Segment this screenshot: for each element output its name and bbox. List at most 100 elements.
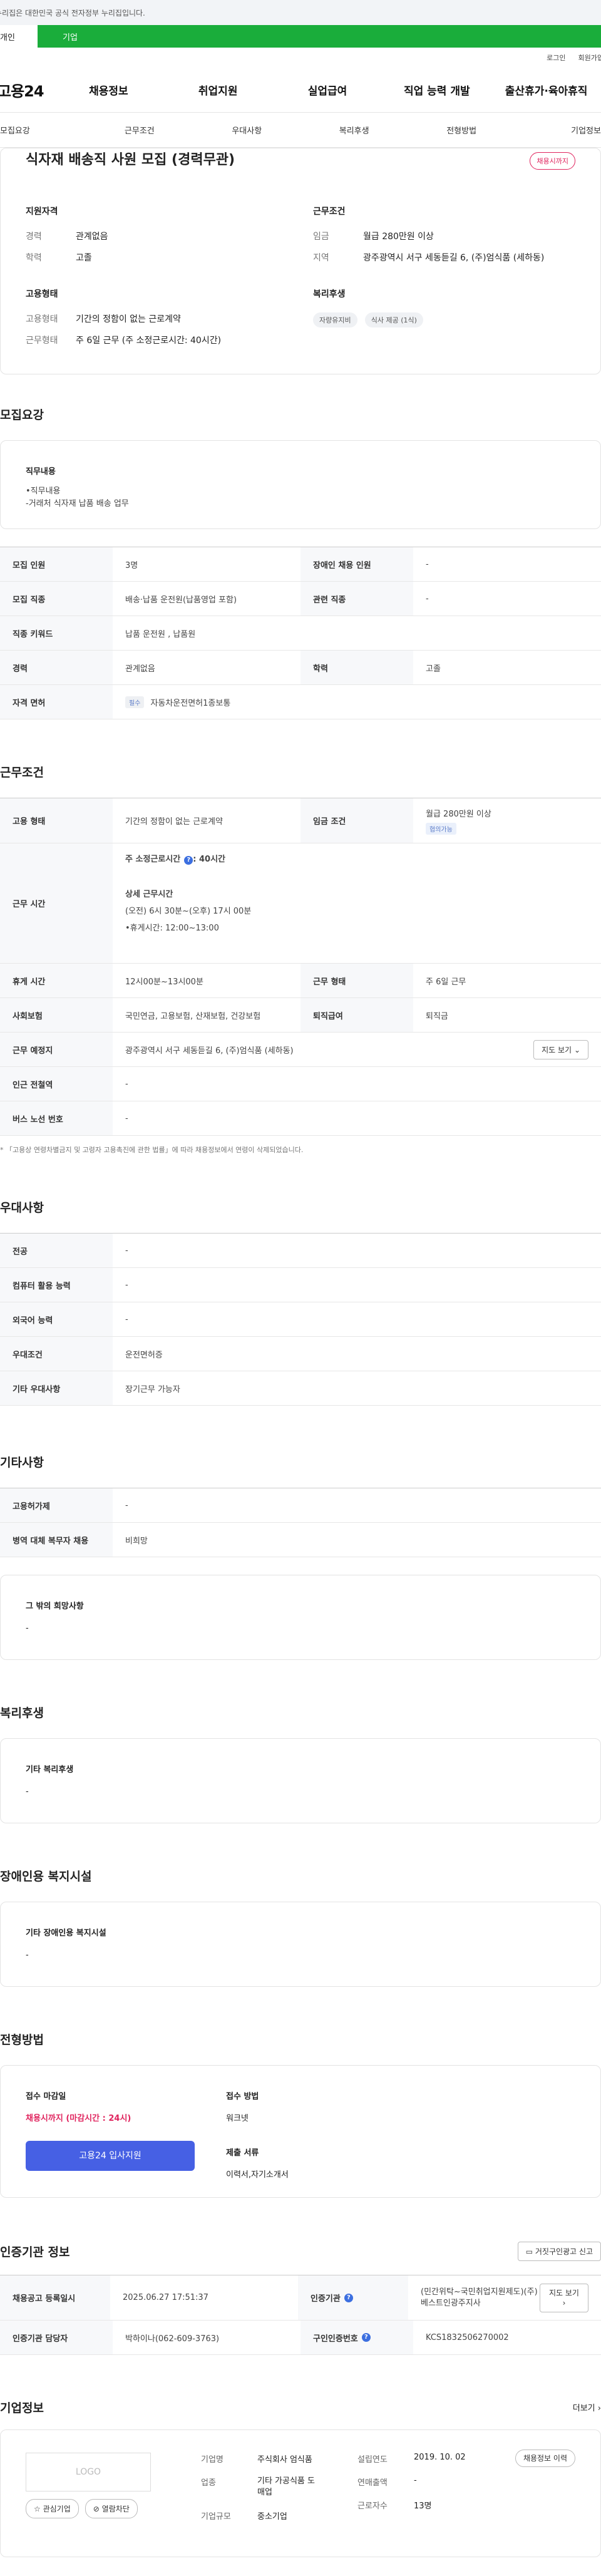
pc-skill-value: - (125, 1280, 128, 1290)
help-icon[interactable]: ? (361, 2333, 371, 2342)
etc-table: 고용허가제 - 병역 대체 복무자 채용 비희망 (0, 1488, 601, 1557)
count-value: 3명 (125, 560, 138, 570)
bus-key: 버스 노선 번호 (0, 1101, 113, 1135)
job-type-key: 모집 직종 (0, 582, 113, 616)
docs-heading: 제출 서류 (226, 2148, 259, 2158)
insurance-key: 사회보험 (0, 998, 113, 1032)
chevron-right-icon: › (597, 2404, 601, 2413)
work-table: 고용 형태 기간의 정함이 없는 근로계약 임금 조건 월급 280만원 이상 … (0, 798, 601, 1136)
deadline-value: 채용시까지 (마감시간 : 24시) (26, 2114, 131, 2123)
agency-table: 채용공고 등록일시 2025.06.27 17:51:37 인증기관? (민간위… (0, 2275, 601, 2355)
global-nav: 고용24 채용정보 취업지원 실업급여 직업 능력 개발 출산휴가·육아휴직 (0, 68, 601, 113)
pc-skill-key: 컴퓨터 활용 능력 (0, 1268, 113, 1302)
login-link[interactable]: 로그인 (547, 53, 565, 63)
pref-etc-value: 장기근무 가능자 (125, 1384, 180, 1394)
apply-button[interactable]: 고용24 입사지원 (26, 2141, 195, 2171)
wage-value: 월급 280만원 이상 (363, 232, 434, 242)
pref-cond-value: 운전면허증 (125, 1350, 163, 1360)
company-more-link[interactable]: 더보기 › (573, 2401, 601, 2413)
required-tag: 필수 (125, 696, 145, 708)
subnav-preference[interactable]: 우대사항 (193, 124, 300, 136)
qual-heading: 지원자격 (26, 207, 58, 217)
pref-etc-key: 기타 우대사항 (0, 1371, 113, 1405)
job-type-value: 배송·납품 운전원(납품영업 포함) (125, 595, 237, 605)
company-name-value: 주식회사 엄식품 (257, 2455, 312, 2465)
military-key: 병역 대체 복무자 채용 (0, 1523, 113, 1557)
site-logo[interactable]: 고용24 (0, 79, 54, 101)
size-key: 기업규모 (201, 2512, 231, 2522)
subnav-welfare[interactable]: 복리후생 (300, 124, 408, 136)
rest-value: 12시00분~13시00분 (125, 977, 203, 987)
subway-value: - (125, 1079, 128, 1089)
area-key: 지역 (313, 253, 329, 263)
emp-heading: 고용형태 (26, 289, 58, 299)
etc-heading: 기타사항 (0, 1456, 44, 1470)
major-value: - (125, 1245, 128, 1255)
gnb-employment-support[interactable]: 취업지원 (163, 82, 273, 98)
industry-key: 업종 (201, 2478, 216, 2488)
insurance-value: 국민연금, 고용보험, 산재보험, 건강보험 (125, 1011, 261, 1021)
docs-value: 이력서,자기소개서 (226, 2170, 289, 2180)
doc-icon: ▭ (525, 2247, 533, 2256)
agency-key: 인증기관 (311, 2294, 341, 2304)
help-icon[interactable]: ? (344, 2293, 353, 2302)
tab-person[interactable]: 개인 (0, 25, 38, 48)
military-value: 비희망 (125, 1536, 148, 1546)
hope-heading: 그 밖의 희망사항 (26, 1602, 84, 1611)
pref-table: 전공 - 컴퓨터 활용 능력 - 외국어 능력 - 우대조건 운전면허증 기타 우대사항… (0, 1233, 601, 1406)
detail-hours-line: (오전) 6시 30분~(오후) 17시 00분 (125, 907, 252, 916)
emp-type-value: 기간의 정함이 없는 근로계약 (125, 817, 223, 827)
emp-type-key: 고용형태 (26, 314, 58, 324)
edu-key: 학력 (300, 651, 413, 684)
work-form-value: 주 6일 근무 (주 소정근로시간: 40시간) (76, 336, 222, 346)
weekly-hours-label: 주 소정근로시간 (125, 855, 181, 864)
subnav-recruit[interactable]: 모집요강 (0, 124, 86, 136)
hope-value: - (26, 1624, 29, 1633)
agency-value: (민간위탁~국민취업지원제도)(주)베스트인광주지사 (421, 2287, 538, 2308)
fav-company-button[interactable]: ☆ 관심기업 (26, 2499, 79, 2518)
gnb-training[interactable]: 직업 능력 개발 (382, 82, 491, 98)
edu-value: 고졸 (76, 253, 92, 263)
rest-key: 휴게 시간 (0, 964, 113, 997)
subnav-process[interactable]: 전형방법 (408, 124, 515, 136)
manager-key: 인증기관 담당자 (0, 2321, 113, 2354)
star-icon: ☆ (34, 2505, 41, 2513)
gnb-leave[interactable]: 출산휴가·육아휴직 (491, 82, 601, 98)
tab-business[interactable]: 기업 (38, 25, 601, 48)
section-nav: 모집요강 근무조건 우대사항 복리후생 전형방법 기업정보 (0, 113, 601, 148)
report-button[interactable]: ▭ 거짓구인광고 신고 (517, 2242, 601, 2261)
subnav-company[interactable]: 기업정보 (515, 124, 601, 136)
employees-key: 근로자수 (357, 2501, 388, 2511)
severance-key: 퇴직급여 (300, 998, 413, 1032)
gnb-jobs[interactable]: 채용정보 (54, 82, 163, 98)
license-key: 자격 면허 (0, 685, 113, 719)
block-icon: ⊘ (93, 2505, 100, 2513)
job-history-button[interactable]: 채용정보 이력 (515, 2450, 575, 2467)
chevron-right-icon: › (562, 2298, 566, 2307)
work-form-key: 근무형태 (26, 336, 58, 346)
deadline-badge: 채용시까지 (530, 152, 575, 170)
agency-map-button[interactable]: 지도 보기 › (540, 2283, 588, 2312)
subnav-conditions[interactable]: 근무조건 (86, 124, 193, 136)
industry-value: 기타 가공식품 도매업 (257, 2476, 315, 2497)
edu-key: 학력 (26, 253, 42, 263)
facility-heading: 장애인용 복지시설 (0, 1870, 92, 1883)
permit-key: 고용허가제 (0, 1488, 113, 1522)
block-view-button[interactable]: ⊘ 열람차단 (85, 2499, 138, 2518)
gnb-unemployment[interactable]: 실업급여 (273, 82, 383, 98)
map-view-button[interactable]: 지도 보기 ⌄ (533, 1039, 588, 1059)
weekly-hours-value: : 40시간 (193, 855, 225, 864)
process-box: 접수 마감일 채용시까지 (마감시간 : 24시) 고용24 입사지원 접수 방… (0, 2065, 601, 2198)
recruit-table: 모집 인원 3명 장애인 채용 인원 - 모집 직종 배송·납품 운전원(납품영… (0, 547, 601, 719)
work-form-key: 근무 형태 (300, 964, 413, 997)
keyword-key: 직종 키워드 (0, 616, 113, 650)
emp-type-key: 고용 형태 (0, 798, 113, 843)
work-heading: 근무조건 (0, 766, 44, 780)
wage-key: 임금 (313, 232, 329, 242)
join-link[interactable]: 회원가입 (578, 53, 601, 63)
disabled-value: - (426, 559, 429, 569)
help-icon[interactable]: ? (184, 856, 193, 865)
deadline-heading: 접수 마감일 (26, 2092, 66, 2101)
reg-date-key: 채용공고 등록일시 (0, 2275, 110, 2320)
cert-num-value: KCS1832506270002 (426, 2332, 509, 2342)
